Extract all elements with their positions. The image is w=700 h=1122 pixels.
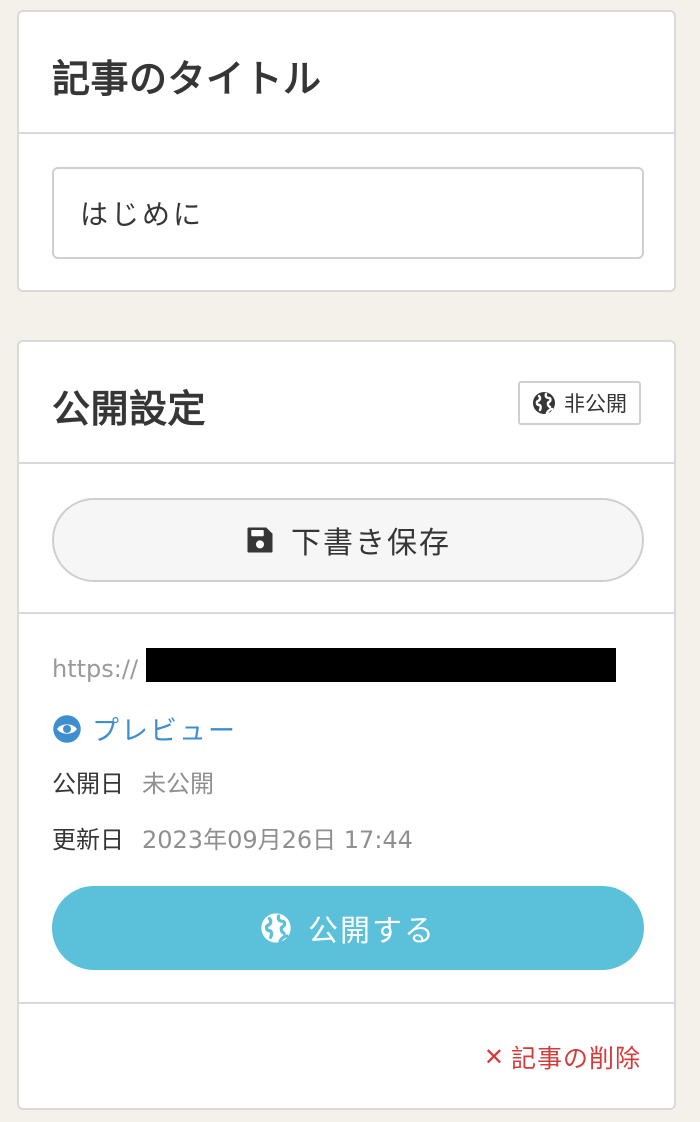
visibility-status-label: 非公開 — [564, 392, 627, 416]
save-draft-button[interactable]: 下書き保存 — [52, 498, 644, 582]
updated-date-row: 更新日 2023年09月26日 17:44 — [52, 820, 413, 855]
title-card: 記事のタイトル — [17, 10, 676, 292]
published-date-value: 未公開 — [142, 770, 214, 798]
updated-date-value: 2023年09月26日 17:44 — [142, 826, 413, 854]
redacted-url-block — [146, 648, 616, 682]
published-date-label: 公開日 — [52, 770, 124, 798]
floppy-disk-icon — [247, 527, 273, 553]
close-icon: ✕ — [483, 1043, 505, 1071]
publish-label: 公開する — [308, 914, 436, 949]
delete-article-link[interactable]: ✕ 記事の削除 — [484, 1039, 641, 1075]
visibility-status-badge: 非公開 — [518, 381, 641, 425]
article-title-input[interactable] — [52, 167, 644, 259]
globe-icon — [533, 392, 555, 415]
publish-card-heading: 公開設定 — [52, 387, 207, 431]
globe-icon — [261, 913, 291, 943]
updated-date-label: 更新日 — [52, 826, 124, 854]
article-info-section: https:// プレビュー 公開日 未公開 更新日 2023年09月26日 1… — [19, 614, 674, 1004]
save-draft-label: 下書き保存 — [291, 526, 451, 561]
eye-icon — [53, 714, 81, 743]
title-card-heading: 記事のタイトル — [52, 57, 322, 101]
preview-link[interactable]: プレビュー — [52, 709, 237, 748]
publish-button[interactable]: 公開する — [52, 886, 644, 970]
publish-settings-card: 公開設定 非公開 下書き保存 https:// プレビュー 公開日 未公開 更新… — [17, 340, 676, 1110]
preview-label: プレビュー — [92, 716, 237, 747]
article-url-prefix: https:// — [52, 655, 139, 683]
article-url[interactable]: https:// — [52, 654, 138, 684]
draft-section: 下書き保存 — [19, 464, 674, 614]
delete-article-label: 記事の削除 — [510, 1044, 641, 1073]
publish-card-header: 公開設定 非公開 — [19, 342, 674, 464]
title-card-header: 記事のタイトル — [19, 12, 674, 134]
published-date-row: 公開日 未公開 — [52, 764, 214, 799]
